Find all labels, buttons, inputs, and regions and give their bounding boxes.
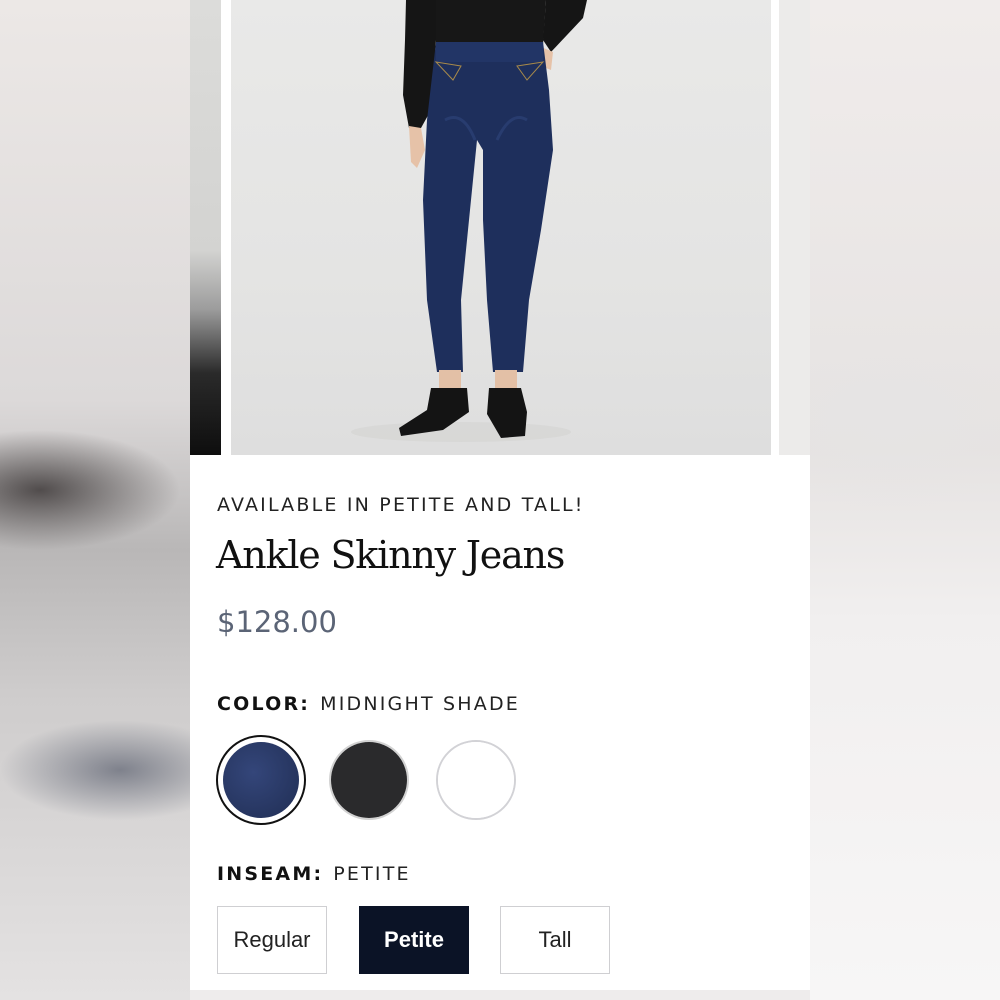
selected-color-name: MIDNIGHT SHADE (320, 693, 520, 715)
color-label: COLOR: (217, 693, 311, 715)
inseam-petite-button[interactable]: Petite (359, 906, 469, 974)
product-card: AVAILABLE IN PETITE AND TALL! Ankle Skin… (190, 0, 810, 990)
image-carousel[interactable] (190, 0, 810, 455)
product-title: Ankle Skinny Jeans (216, 533, 565, 577)
product-image[interactable] (231, 0, 771, 455)
bottom-divider (190, 990, 810, 1000)
inseam-tall-button[interactable]: Tall (500, 906, 610, 974)
product-price: $128.00 (217, 605, 337, 639)
availability-note: AVAILABLE IN PETITE AND TALL! (217, 494, 585, 516)
selected-inseam-name: PETITE (333, 863, 411, 885)
next-slide-peek[interactable] (779, 0, 810, 455)
inseam-regular-button[interactable]: Regular (217, 906, 327, 974)
color-option-label: COLOR: MIDNIGHT SHADE (217, 693, 520, 715)
previous-slide-peek[interactable] (190, 0, 221, 455)
inseam-label: INSEAM: (217, 863, 324, 885)
blurred-background-left (0, 0, 190, 1000)
blurred-background-right (810, 0, 1000, 1000)
color-swatch-white[interactable] (436, 740, 516, 820)
inseam-option-label: INSEAM: PETITE (217, 863, 411, 885)
color-swatch-black[interactable] (329, 740, 409, 820)
color-swatch-midnight-shade[interactable] (216, 735, 306, 825)
